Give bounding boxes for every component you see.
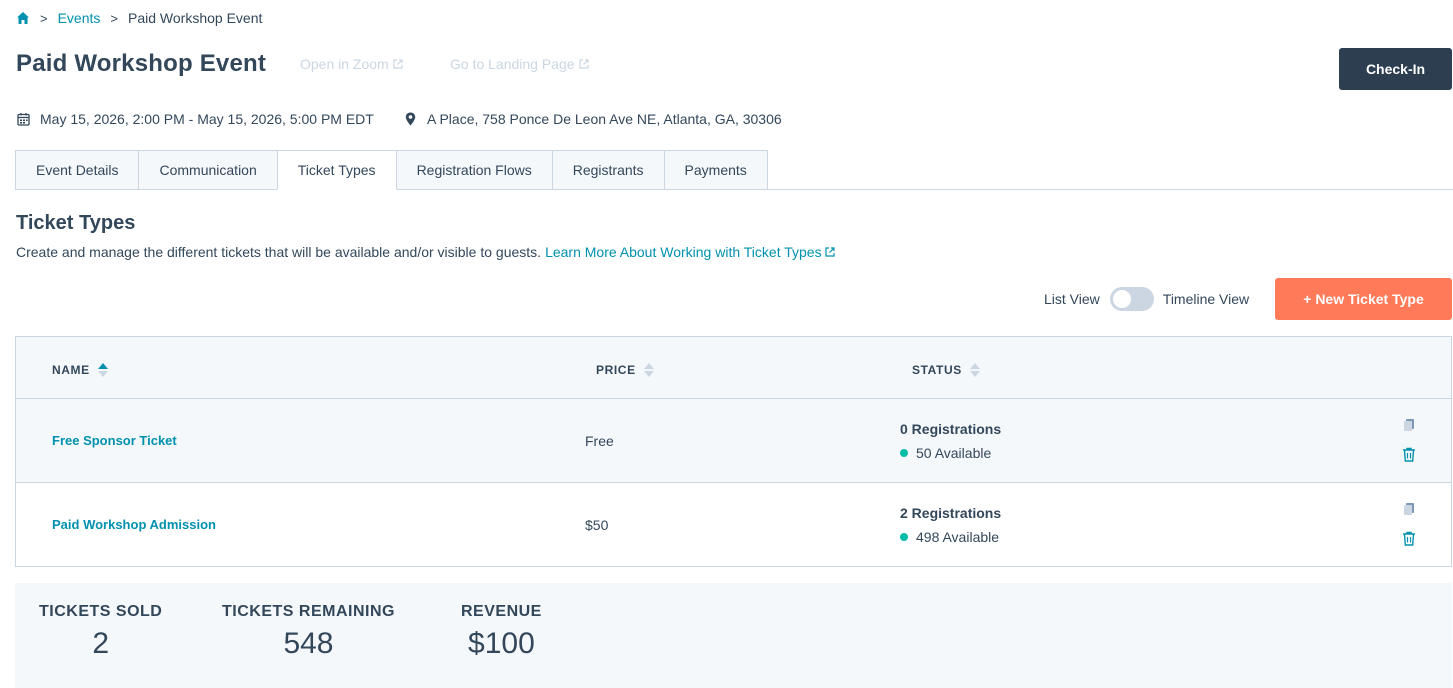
section-description-text: Create and manage the different tickets … <box>16 244 542 260</box>
sort-icon[interactable] <box>969 363 980 377</box>
sort-ascending-icon[interactable] <box>97 363 108 377</box>
tickets-sold-value: 2 <box>92 627 110 660</box>
learn-more-link[interactable]: Learn More About Working with Ticket Typ… <box>545 244 835 260</box>
tab-payments[interactable]: Payments <box>663 150 768 190</box>
view-toggle-switch[interactable] <box>1109 287 1154 311</box>
tickets-sold-label: TICKETS SOLD <box>39 603 163 620</box>
external-link-icon <box>393 59 403 69</box>
tab-registrants[interactable]: Registrants <box>551 150 665 190</box>
open-in-zoom-link[interactable]: Open in Zoom <box>300 56 403 72</box>
sort-icon[interactable] <box>643 363 654 377</box>
copy-icon[interactable] <box>1402 418 1416 432</box>
ticket-types-table: NAME PRICE STATUS Free Sponsor Ticket Fr… <box>15 336 1452 567</box>
ticket-availability: 498 Available <box>900 529 999 545</box>
tickets-remaining-label: TICKETS REMAINING <box>222 603 395 620</box>
revenue-value: $100 <box>468 627 535 660</box>
ticket-registrations: 0 Registrations <box>900 421 1002 437</box>
column-header-status[interactable]: STATUS <box>912 363 980 377</box>
external-link-icon <box>578 59 589 69</box>
copy-icon[interactable] <box>1402 502 1416 516</box>
tab-bar: Event Details Communication Ticket Types… <box>15 150 768 190</box>
check-in-button[interactable]: Check-In <box>1339 48 1452 90</box>
tab-registration-flows[interactable]: Registration Flows <box>395 150 553 190</box>
ticket-registrations: 2 Registrations <box>900 505 1002 521</box>
table-row: Paid Workshop Admission $50 2 Registrati… <box>16 483 1451 567</box>
ticket-availability: 50 Available <box>900 445 991 461</box>
view-toggle: List View Timeline View <box>1044 287 1249 311</box>
column-name-label: NAME <box>52 363 90 377</box>
event-datetime-text: May 15, 2026, 2:00 PM - May 15, 2026, 5:… <box>40 111 374 127</box>
timeline-view-label: Timeline View <box>1162 291 1250 307</box>
tab-ticket-types[interactable]: Ticket Types <box>276 150 397 190</box>
tab-event-details[interactable]: Event Details <box>15 150 140 190</box>
ticket-name-link[interactable]: Paid Workshop Admission <box>52 517 216 532</box>
table-header: NAME PRICE STATUS <box>16 337 1451 399</box>
revenue-label: REVENUE <box>461 603 542 620</box>
column-price-label: PRICE <box>596 363 636 377</box>
go-to-landing-page-link[interactable]: Go to Landing Page <box>450 56 589 72</box>
column-header-price[interactable]: PRICE <box>596 363 654 377</box>
tickets-sold-stat: TICKETS SOLD 2 <box>39 603 162 661</box>
page-title: Paid Workshop Event <box>16 50 267 77</box>
tab-communication[interactable]: Communication <box>138 150 278 190</box>
breadcrumb-events-link[interactable]: Events <box>58 10 101 26</box>
breadcrumb-separator-icon: > <box>110 10 118 26</box>
home-icon[interactable] <box>16 11 30 25</box>
ticket-name-link[interactable]: Free Sponsor Ticket <box>52 433 177 448</box>
ticket-available-text: 50 Available <box>916 445 992 461</box>
section-description: Create and manage the different tickets … <box>16 244 835 260</box>
tickets-remaining-value: 548 <box>283 627 334 660</box>
event-datetime: May 15, 2026, 2:00 PM - May 15, 2026, 5:… <box>17 111 374 127</box>
toggle-knob <box>1111 289 1132 309</box>
ticket-available-text: 498 Available <box>916 529 1000 545</box>
status-dot-icon <box>900 533 908 541</box>
table-row: Free Sponsor Ticket Free 0 Registrations… <box>16 399 1451 483</box>
tickets-remaining-stat: TICKETS REMAINING 548 <box>222 603 395 661</box>
delete-icon[interactable] <box>1402 531 1416 546</box>
calendar-icon <box>17 113 30 126</box>
revenue-stat: REVENUE $100 <box>461 603 542 661</box>
ticket-summary: TICKETS SOLD 2 TICKETS REMAINING 548 REV… <box>15 583 1452 688</box>
list-view-label: List View <box>1044 291 1100 307</box>
breadcrumb-separator-icon: > <box>40 10 48 26</box>
new-ticket-type-button[interactable]: + New Ticket Type <box>1275 278 1452 320</box>
event-location: A Place, 758 Ponce De Leon Ave NE, Atlan… <box>404 111 782 127</box>
status-dot-icon <box>900 449 908 457</box>
learn-more-label: Learn More About Working with Ticket Typ… <box>545 244 822 260</box>
breadcrumb-current: Paid Workshop Event <box>128 10 263 26</box>
column-status-label: STATUS <box>912 363 962 377</box>
location-pin-icon <box>405 112 416 126</box>
event-location-text: A Place, 758 Ponce De Leon Ave NE, Atlan… <box>427 111 782 127</box>
open-in-zoom-label: Open in Zoom <box>300 56 389 72</box>
ticket-price: $50 <box>585 517 609 533</box>
external-link-icon <box>824 247 835 257</box>
section-title: Ticket Types <box>16 212 136 234</box>
landing-page-label: Go to Landing Page <box>450 56 575 72</box>
column-header-name[interactable]: NAME <box>52 363 108 377</box>
ticket-price: Free <box>585 433 614 449</box>
delete-icon[interactable] <box>1402 447 1416 462</box>
breadcrumb: > Events > Paid Workshop Event <box>16 9 262 27</box>
